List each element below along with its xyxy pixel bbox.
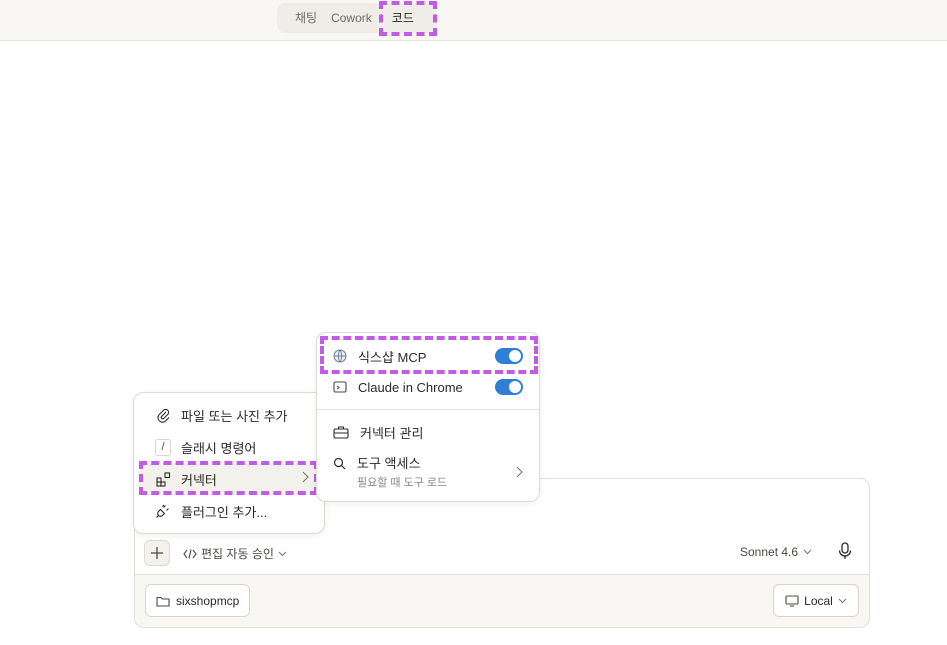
menu-item-label: 슬래시 명령어 — [181, 440, 257, 456]
folder-button[interactable]: sixshopmcp — [145, 584, 251, 617]
chrome-toggle[interactable] — [495, 379, 523, 395]
menu-item-connectors[interactable]: 커넥터 — [139, 463, 319, 495]
connector-sixshop[interactable]: 식스샵 MCP — [317, 345, 539, 367]
add-button[interactable] — [144, 540, 170, 566]
tool-access-sublabel: 필요할 때 도구 로드 — [357, 477, 448, 489]
menu-item-add-file[interactable]: 파일 또는 사진 추가 — [139, 399, 319, 431]
menu-item-label: 파일 또는 사진 추가 — [181, 408, 288, 424]
folder-label: sixshopmcp — [176, 593, 240, 608]
menu-divider — [317, 409, 539, 410]
tab-code[interactable]: 코드 — [386, 6, 420, 30]
chevron-right-icon — [516, 466, 523, 478]
connectors-submenu: 식스샵 MCP Claude in Chrome 커넥터 관리 도구 액세스 필… — [316, 332, 540, 502]
tab-chat[interactable]: 채팅 — [289, 6, 323, 30]
attach-menu: 파일 또는 사진 추가 / 슬래시 명령어 커넥터 플러그인 추가... — [133, 392, 325, 534]
monitor-icon — [785, 594, 799, 607]
globe-icon — [333, 349, 347, 363]
environment-label: Local — [804, 593, 833, 608]
slash-icon: / — [155, 438, 171, 456]
connector-label: 식스샵 MCP — [358, 349, 427, 365]
sixshop-toggle[interactable] — [495, 348, 523, 364]
plus-icon — [151, 547, 163, 559]
menu-item-label: 커넥터 — [181, 472, 217, 488]
tool-access-label: 도구 액세스 — [357, 456, 421, 471]
model-label: Sonnet 4.6 — [740, 545, 799, 559]
search-icon — [333, 457, 346, 470]
blocks-icon — [155, 471, 171, 487]
menu-item-label: 플러그인 추가... — [181, 504, 268, 520]
paperclip-icon — [155, 407, 171, 423]
chevron-down-icon — [278, 551, 287, 556]
permission-label: 편집 자동 승인 — [201, 547, 274, 561]
model-selector[interactable]: Sonnet 4.6 — [740, 545, 812, 559]
chevron-down-icon — [803, 549, 812, 555]
browser-icon — [333, 381, 347, 393]
tab-cowork[interactable]: Cowork — [325, 6, 378, 30]
plug-icon — [155, 503, 171, 519]
chevron-down-icon — [838, 598, 847, 603]
mode-tabs: 채팅 Cowork 코드 — [277, 3, 437, 33]
connector-label: Claude in Chrome — [358, 379, 463, 395]
environment-selector[interactable]: Local — [773, 584, 859, 617]
folder-icon — [156, 596, 170, 607]
tool-access[interactable]: 도구 액세스 필요할 때 도구 로드 — [317, 453, 539, 489]
top-bar: 채팅 Cowork 코드 — [0, 0, 947, 41]
permission-selector[interactable]: 편집 자동 승인 — [183, 545, 287, 562]
tool-access-text: 도구 액세스 필요할 때 도구 로드 — [357, 453, 447, 490]
menu-item-slash-commands[interactable]: / 슬래시 명령어 — [139, 431, 319, 463]
microphone-icon[interactable] — [837, 542, 853, 560]
chevron-right-icon — [302, 471, 309, 483]
menu-item-add-plugin[interactable]: 플러그인 추가... — [139, 495, 319, 527]
toolbox-icon — [333, 426, 349, 439]
connector-chrome[interactable]: Claude in Chrome — [317, 376, 539, 398]
manage-label: 커넥터 관리 — [360, 425, 424, 441]
manage-connectors[interactable]: 커넥터 관리 — [317, 421, 539, 443]
code-icon — [183, 548, 197, 559]
